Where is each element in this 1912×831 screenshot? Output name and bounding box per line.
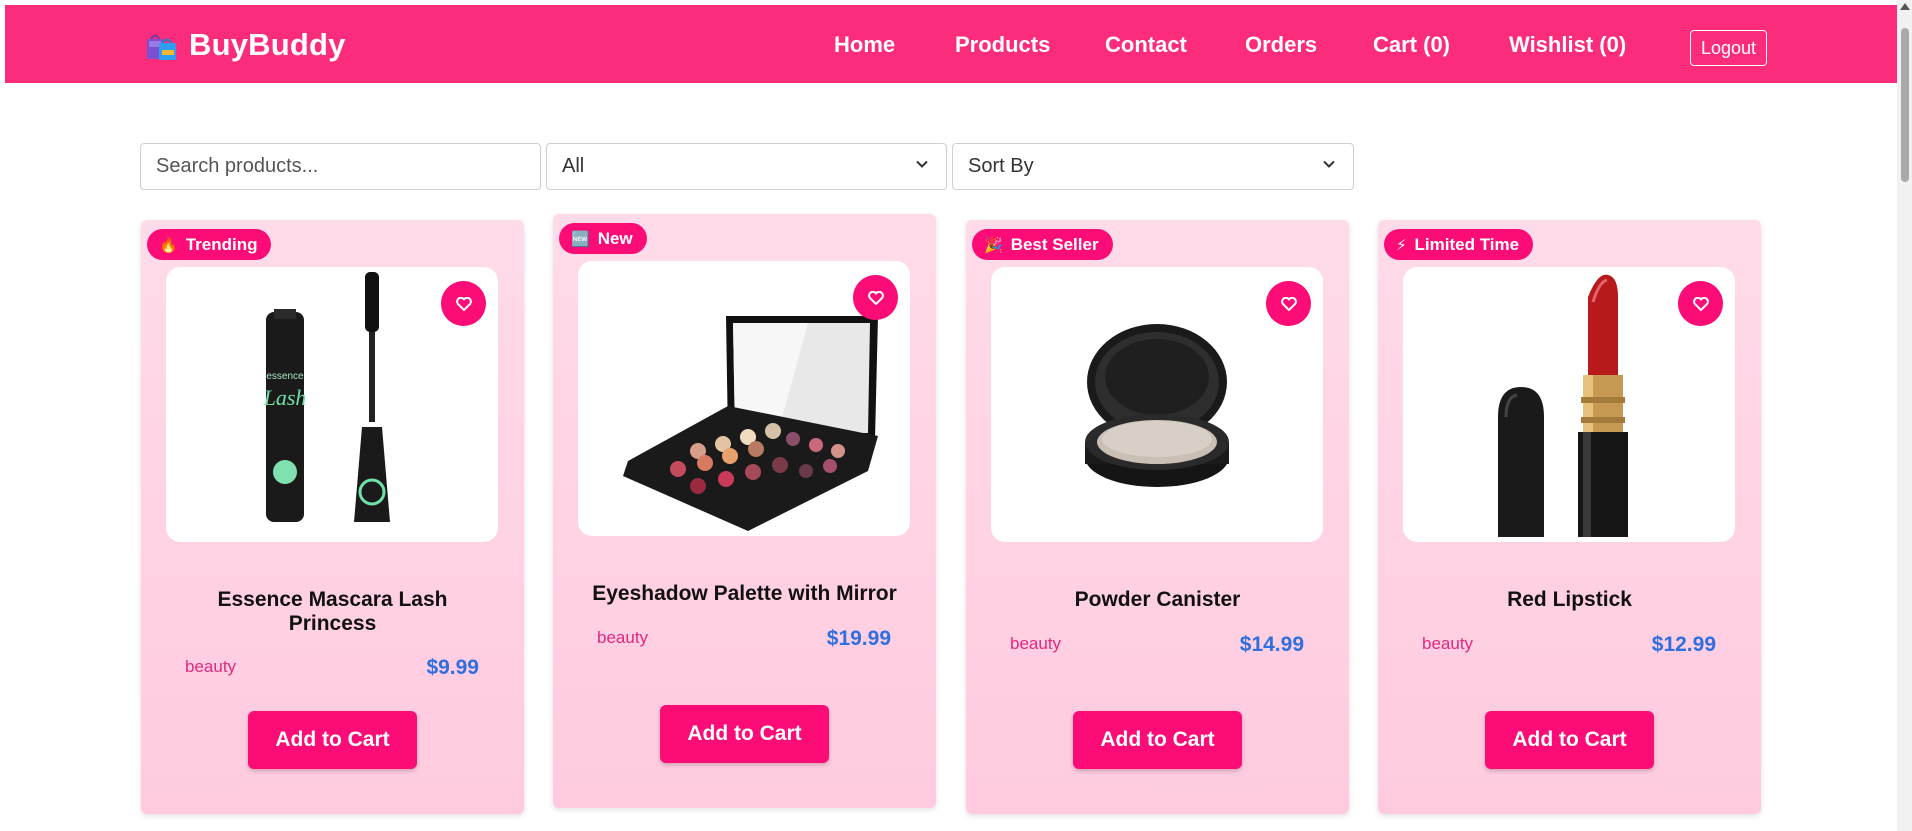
product-title: Eyeshadow Palette with Mirror	[573, 582, 916, 606]
shopping-bags-icon	[145, 30, 179, 60]
add-to-cart-button[interactable]: Add to Cart	[248, 711, 417, 769]
brand-name: BuyBuddy	[189, 27, 346, 62]
page-scrollbar[interactable]	[1897, 0, 1912, 831]
wishlist-heart-button[interactable]	[441, 281, 486, 326]
product-price: $9.99	[426, 656, 479, 679]
sort-select[interactable]: Sort By	[952, 143, 1354, 190]
heart-icon	[1280, 296, 1297, 311]
badge-label: New	[597, 228, 633, 248]
nav-products[interactable]: Products	[955, 32, 1050, 58]
party-popper-icon: 🎉	[984, 236, 1003, 254]
badge-best-seller: 🎉 Best Seller	[972, 229, 1113, 260]
nav-contact[interactable]: Contact	[1105, 32, 1187, 58]
badge-label: Limited Time	[1414, 234, 1520, 254]
wishlist-heart-button[interactable]	[1266, 281, 1311, 326]
wishlist-heart-button[interactable]	[1678, 281, 1723, 326]
chevron-down-icon	[916, 160, 928, 168]
nav-wishlist[interactable]: Wishlist (0)	[1509, 32, 1626, 58]
product-title-line: Princess	[288, 612, 377, 635]
add-to-cart-button[interactable]: Add to Cart	[1485, 711, 1654, 769]
product-price: $14.99	[1239, 633, 1304, 656]
product-card: ⚡ Limited Time Red Lipstick beauty $12.9…	[1378, 220, 1761, 814]
category-select[interactable]: All	[546, 143, 947, 190]
product-title-line: Essence Mascara Lash	[217, 588, 448, 611]
scroll-up-icon[interactable]	[1900, 3, 1910, 10]
chevron-down-icon	[1323, 160, 1335, 168]
brand[interactable]: BuyBuddy	[145, 27, 346, 63]
product-card: 🆕 New Eyeshadow Palette with Mirror beau	[553, 214, 936, 808]
page: BuyBuddy Home Products Contact Orders Ca…	[0, 0, 1912, 831]
badge-label: Trending	[185, 234, 258, 254]
product-category: beauty	[185, 657, 237, 676]
search-field[interactable]	[140, 143, 541, 190]
product-title: Essence Mascara Lash Princess	[161, 588, 504, 636]
product-card: 🎉 Best Seller Powder Canister beauty $14…	[966, 220, 1349, 814]
lightning-icon: ⚡	[1396, 236, 1407, 254]
product-title-line: Powder Canister	[1074, 588, 1241, 611]
product-title: Red Lipstick	[1398, 588, 1741, 612]
logout-button[interactable]: Logout	[1690, 30, 1767, 66]
product-price: $19.99	[826, 627, 891, 650]
nav-orders[interactable]: Orders	[1245, 32, 1317, 58]
badge-trending: 🔥 Trending	[147, 229, 272, 260]
lipstick-image[interactable]	[1403, 267, 1735, 542]
fire-icon: 🔥	[159, 236, 178, 254]
product-title-line: Red Lipstick	[1507, 588, 1632, 611]
heart-icon	[1692, 296, 1709, 311]
wishlist-heart-button[interactable]	[853, 275, 898, 320]
navbar: BuyBuddy Home Products Contact Orders Ca…	[5, 5, 1897, 83]
nav-cart[interactable]: Cart (0)	[1373, 32, 1450, 58]
product-title-line: Eyeshadow Palette with Mirror	[592, 582, 897, 605]
add-to-cart-button[interactable]: Add to Cart	[660, 705, 829, 763]
product-title: Powder Canister	[986, 588, 1329, 612]
filter-bar: All Sort By	[140, 143, 1354, 190]
heart-icon	[867, 290, 884, 305]
scrollbar-thumb[interactable]	[1901, 28, 1909, 182]
badge-label: Best Seller	[1010, 234, 1099, 254]
product-category: beauty	[1422, 634, 1474, 653]
new-icon: 🆕	[571, 230, 590, 248]
svg-text:Lash: Lash	[263, 385, 307, 410]
search-input[interactable]	[156, 155, 525, 178]
svg-text:essence: essence	[266, 371, 304, 382]
nav-home[interactable]: Home	[834, 32, 895, 58]
product-category: beauty	[597, 628, 649, 647]
add-to-cart-button[interactable]: Add to Cart	[1073, 711, 1242, 769]
sort-select-value: Sort By	[968, 155, 1034, 177]
product-category: beauty	[1010, 634, 1062, 653]
product-card: 🔥 Trending essence Lash Essence Mascara …	[141, 220, 524, 814]
mascara-image[interactable]: essence Lash	[166, 267, 498, 542]
badge-limited-time: ⚡ Limited Time	[1384, 229, 1534, 260]
eyeshadow-palette-image[interactable]	[578, 261, 910, 536]
product-price: $12.99	[1651, 633, 1716, 656]
category-select-value: All	[562, 155, 585, 177]
badge-new: 🆕 New	[559, 223, 647, 254]
powder-canister-image[interactable]	[991, 267, 1323, 542]
heart-icon	[455, 296, 472, 311]
